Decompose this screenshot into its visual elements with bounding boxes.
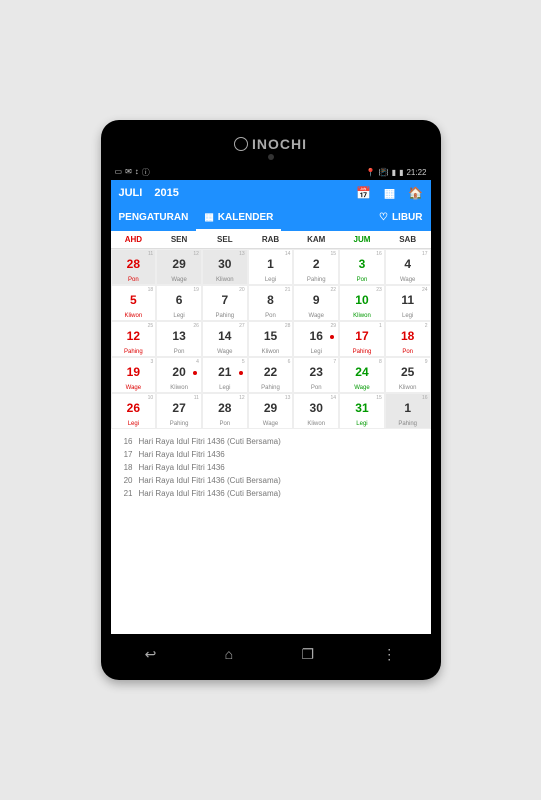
dayhead-sen: SEN [156, 231, 202, 248]
calendar-cell[interactable]: 1026Legi [111, 393, 157, 429]
calendar-cell[interactable]: 1127Pahing [156, 393, 202, 429]
calendar-cell[interactable]: 2714Wage [202, 321, 248, 357]
calendar-cell[interactable]: 1228Pon [202, 393, 248, 429]
calendar-cell[interactable]: 1128Pon [111, 249, 157, 285]
calendar-cell[interactable]: 174Wage [385, 249, 431, 285]
vibrate-icon: 📳 [379, 168, 389, 177]
calendar-cell[interactable]: 2512Pahing [111, 321, 157, 357]
dayhead-jum: JUM [339, 231, 385, 248]
recent-icon[interactable]: ❐ [301, 646, 314, 663]
tab-calendar[interactable]: ▦ KALENDER [196, 206, 281, 231]
tab-settings-label: PENGATURAN [119, 212, 189, 223]
dayhead-ahd: AHD [111, 231, 157, 248]
gps-icon: 📍 [366, 168, 376, 177]
event-row[interactable]: 21Hari Raya Idul Fitri 1436 (Cuti Bersam… [119, 487, 423, 500]
home-icon[interactable]: 🏠 [409, 186, 423, 200]
tab-calendar-icon: ▦ [204, 212, 213, 223]
calendar-cell[interactable]: 2916Legi [293, 321, 339, 357]
event-row[interactable]: 17Hari Raya Idul Fitri 1436 [119, 448, 423, 461]
calendar-cell[interactable]: 420Kliwon [156, 357, 202, 393]
calendar-cell[interactable]: 723Pon [293, 357, 339, 393]
calendar-cell[interactable]: 1330Kliwon [202, 249, 248, 285]
calendar-cell[interactable]: 2310Kliwon [339, 285, 385, 321]
events-list: 16Hari Raya Idul Fitri 1436 (Cuti Bersam… [111, 429, 431, 506]
brand-text: INOCHI [252, 136, 307, 152]
calendar-cell[interactable]: 161Pahing [385, 393, 431, 429]
signal-icon: ▮ [392, 168, 396, 177]
calendar-icon[interactable]: 📅 [357, 186, 371, 200]
grid-icon[interactable]: ▦ [383, 186, 397, 200]
calendar-cell[interactable]: 207Pahing [202, 285, 248, 321]
calendar-cell[interactable]: 925Kliwon [385, 357, 431, 393]
heart-icon: ♡ [379, 212, 388, 223]
event-row[interactable]: 20Hari Raya Idul Fitri 1436 (Cuti Bersam… [119, 474, 423, 487]
device-frame: INOCHI ▭ ✉ ↕ ⓘ 📍 📳 ▮ ▮ 21:22 JULI 2015 📅 [101, 120, 441, 680]
calendar-cell[interactable]: 1531Legi [339, 393, 385, 429]
tab-settings[interactable]: PENGATURAN [111, 206, 197, 231]
screen: ▭ ✉ ↕ ⓘ 📍 📳 ▮ ▮ 21:22 JULI 2015 📅 ▦ 🏠 [111, 164, 431, 634]
calendar-cell[interactable]: 218Pon [385, 321, 431, 357]
calendar-cell[interactable]: 141Legi [248, 249, 294, 285]
clock: 21:22 [406, 168, 426, 177]
speaker-dot [268, 154, 274, 160]
info-icon: ⓘ [142, 167, 150, 178]
android-navbar: ↩ ⌂ ❐ ⋮ [111, 640, 431, 668]
back-icon[interactable]: ↩ [145, 646, 157, 663]
status-left: ▭ ✉ ↕ ⓘ [115, 167, 150, 178]
home-nav-icon[interactable]: ⌂ [225, 646, 233, 662]
calendar-cell[interactable]: 196Legi [156, 285, 202, 321]
dayhead-sab: SAB [385, 231, 431, 248]
status-bar: ▭ ✉ ↕ ⓘ 📍 📳 ▮ ▮ 21:22 [111, 164, 431, 180]
tabs: PENGATURAN ▦ KALENDER ♡ LIBUR [111, 206, 431, 231]
event-row[interactable]: 16Hari Raya Idul Fitri 1436 (Cuti Bersam… [119, 435, 423, 448]
event-row[interactable]: 18Hari Raya Idul Fitri 1436 [119, 461, 423, 474]
msg-icon: ✉ [125, 167, 132, 178]
calendar-cell[interactable]: 1229Wage [156, 249, 202, 285]
status-right: 📍 📳 ▮ ▮ 21:22 [366, 168, 427, 177]
calendar-cell[interactable]: 2411Legi [385, 285, 431, 321]
calendar-cell[interactable]: 2613Pon [156, 321, 202, 357]
brand-icon [234, 137, 248, 151]
battery-icon: ▮ [399, 168, 403, 177]
dayhead-sel: SEL [202, 231, 248, 248]
year-label[interactable]: 2015 [154, 187, 178, 199]
dayhead-rab: RAB [248, 231, 294, 248]
calendar-cell[interactable]: 229Wage [293, 285, 339, 321]
calendar-cell[interactable]: 218Pon [248, 285, 294, 321]
brand-label: INOCHI [234, 136, 307, 152]
tab-calendar-label: KALENDER [218, 212, 274, 223]
sync-icon: ↕ [135, 167, 139, 178]
calendar-cell[interactable]: 521Legi [202, 357, 248, 393]
calendar-cell[interactable]: 185Kliwon [111, 285, 157, 321]
calendar-cell[interactable]: 1430Kliwon [293, 393, 339, 429]
month-label[interactable]: JULI [119, 187, 143, 199]
calendar-cell[interactable]: 2815Kliwon [248, 321, 294, 357]
dayhead-kam: KAM [293, 231, 339, 248]
calendar-grid: 1128Pon1229Wage1330Kliwon141Legi152Pahin… [111, 249, 431, 429]
calendar-cell[interactable]: 163Pon [339, 249, 385, 285]
sim-icon: ▭ [115, 167, 123, 178]
app-header: JULI 2015 📅 ▦ 🏠 [111, 180, 431, 206]
calendar-cell[interactable]: 319Wage [111, 357, 157, 393]
tab-holiday[interactable]: ♡ LIBUR [371, 206, 431, 231]
calendar-cell[interactable]: 824Wage [339, 357, 385, 393]
tab-holiday-label: LIBUR [392, 212, 423, 223]
calendar-cell[interactable]: 152Pahing [293, 249, 339, 285]
calendar-weekdays: AHDSENSELRABKAMJUMSAB [111, 231, 431, 249]
calendar-cell[interactable]: 622Pahing [248, 357, 294, 393]
calendar-cell[interactable]: 1329Wage [248, 393, 294, 429]
menu-icon[interactable]: ⋮ [382, 646, 396, 663]
calendar-cell[interactable]: 117Pahing [339, 321, 385, 357]
